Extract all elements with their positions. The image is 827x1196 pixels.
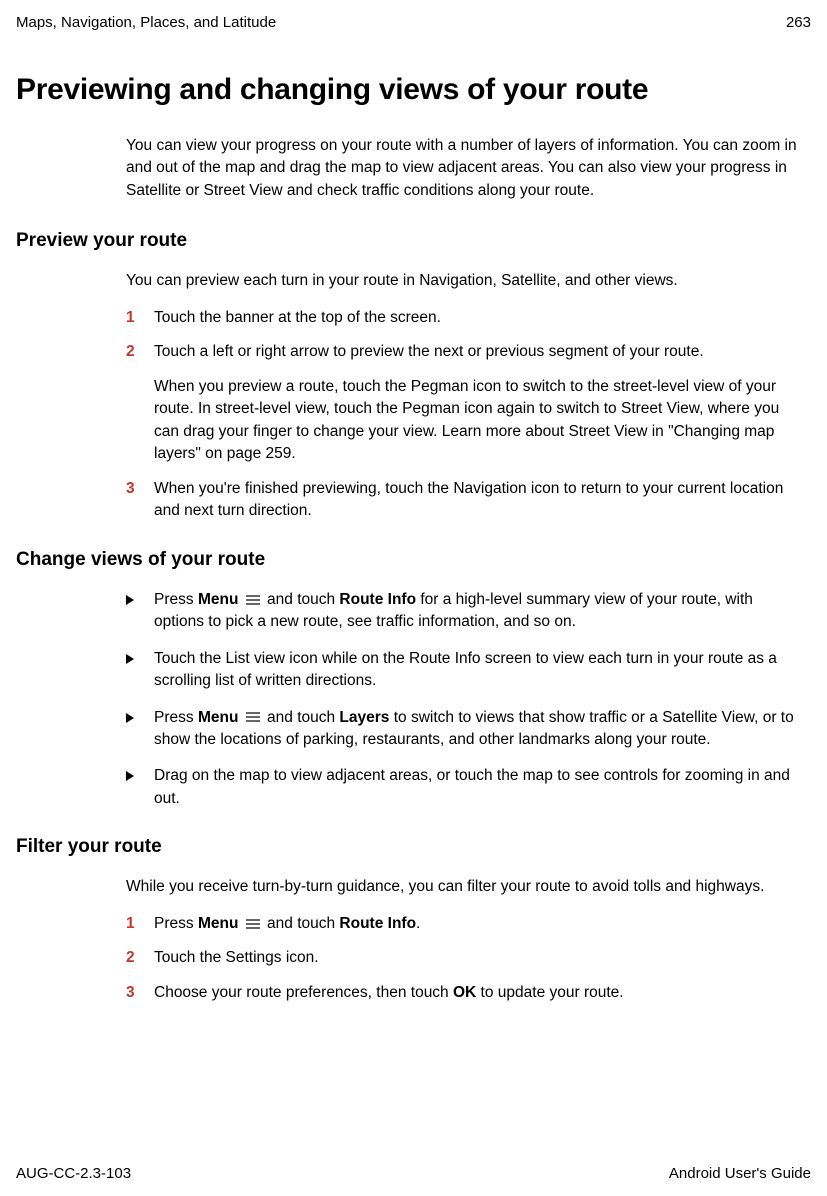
change-heading: Change views of your route	[16, 549, 811, 571]
list-item: 1 Press Menu and touch Route Info.	[126, 913, 801, 935]
page-title: Previewing and changing views of your ro…	[16, 73, 811, 107]
bullet-text: Drag on the map to view adjacent areas, …	[154, 765, 801, 810]
bullet-triangle-icon	[126, 648, 154, 693]
step-number: 1	[126, 913, 154, 935]
list-item: 3 When you're finished previewing, touch…	[126, 478, 801, 523]
step-number: 3	[126, 478, 154, 523]
bullet-text: Press Menu and touch Layers to switch to…	[154, 707, 801, 752]
list-item: 3 Choose your route preferences, then to…	[126, 982, 801, 1004]
bullet-triangle-icon	[126, 589, 154, 634]
preview-section: Preview your route You can preview each …	[16, 230, 811, 522]
step-number: 1	[126, 307, 154, 329]
page-number: 263	[786, 14, 811, 31]
preview-intro: You can preview each turn in your route …	[126, 270, 801, 292]
filter-heading: Filter your route	[16, 836, 811, 858]
list-item: Press Menu and touch Layers to switch to…	[126, 707, 801, 752]
list-item: 2 Touch the Settings icon.	[126, 947, 801, 969]
filter-section: Filter your route While you receive turn…	[16, 836, 811, 1004]
step-text: Touch the banner at the top of the scree…	[154, 307, 801, 329]
step-text: Press Menu and touch Route Info.	[154, 913, 801, 935]
page-content: Previewing and changing views of your ro…	[0, 73, 827, 1004]
doc-id: AUG-CC-2.3-103	[16, 1165, 131, 1182]
page-footer: AUG-CC-2.3-103 Android User's Guide	[16, 1165, 811, 1182]
bullet-triangle-icon	[126, 707, 154, 752]
step-text: Choose your route preferences, then touc…	[154, 982, 801, 1004]
preview-steps: 1 Touch the banner at the top of the scr…	[126, 307, 801, 364]
step-text: Touch the Settings icon.	[154, 947, 801, 969]
filter-steps: 1 Press Menu and touch Route Info. 2 Tou…	[126, 913, 801, 1004]
guide-name: Android User's Guide	[669, 1165, 811, 1182]
bullet-text: Touch the List view icon while on the Ro…	[154, 648, 801, 693]
change-bullets: Press Menu and touch Route Info for a hi…	[126, 589, 801, 811]
list-item: Touch the List view icon while on the Ro…	[126, 648, 801, 693]
list-item: 1 Touch the banner at the top of the scr…	[126, 307, 801, 329]
step-number: 2	[126, 947, 154, 969]
step-text: Touch a left or right arrow to preview t…	[154, 341, 801, 363]
menu-icon	[246, 711, 260, 723]
intro-paragraph: You can view your progress on your route…	[126, 135, 801, 202]
preview-steps-cont: 3 When you're finished previewing, touch…	[126, 478, 801, 523]
change-views-section: Change views of your route Press Menu an…	[16, 549, 811, 811]
filter-intro: While you receive turn-by-turn guidance,…	[126, 876, 801, 898]
list-item: Press Menu and touch Route Info for a hi…	[126, 589, 801, 634]
step-number: 2	[126, 341, 154, 363]
preview-heading: Preview your route	[16, 230, 811, 252]
step-number: 3	[126, 982, 154, 1004]
menu-icon	[246, 918, 260, 930]
bullet-triangle-icon	[126, 765, 154, 810]
chapter-title: Maps, Navigation, Places, and Latitude	[16, 14, 276, 31]
bullet-text: Press Menu and touch Route Info for a hi…	[154, 589, 801, 634]
list-item: Drag on the map to view adjacent areas, …	[126, 765, 801, 810]
step-text: When you're finished previewing, touch t…	[154, 478, 801, 523]
step-subtext: When you preview a route, touch the Pegm…	[154, 376, 801, 466]
page-header: Maps, Navigation, Places, and Latitude 2…	[0, 0, 827, 31]
list-item: 2 Touch a left or right arrow to preview…	[126, 341, 801, 363]
menu-icon	[246, 594, 260, 606]
